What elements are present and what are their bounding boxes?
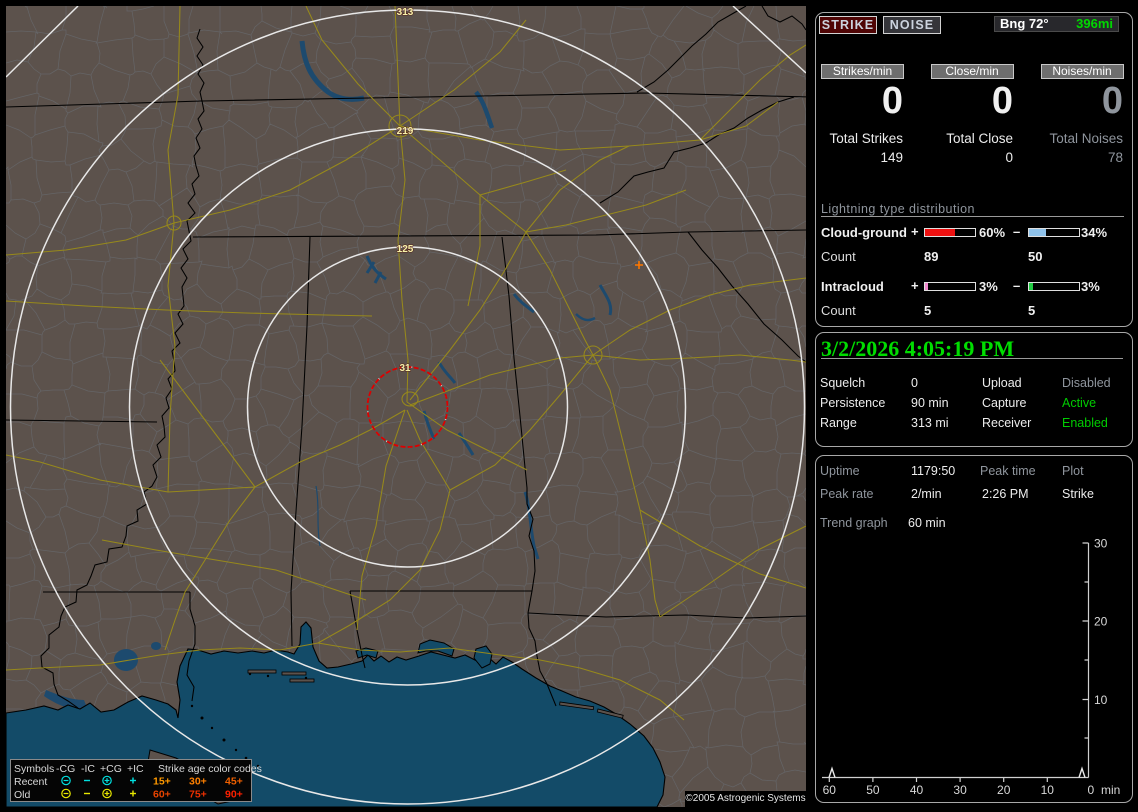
svg-text:313: 313	[397, 7, 414, 18]
svg-text:90+: 90+	[225, 789, 243, 801]
svg-text:0: 0	[1088, 783, 1095, 797]
svg-text:60+: 60+	[153, 789, 171, 801]
svg-text:20: 20	[1094, 615, 1108, 629]
svg-text:60: 60	[823, 783, 837, 797]
svg-text:40: 40	[910, 783, 924, 797]
svg-text:20: 20	[997, 783, 1011, 797]
svg-text:45+: 45+	[225, 776, 243, 788]
svg-text:31: 31	[399, 363, 411, 374]
svg-text:125: 125	[397, 244, 414, 255]
svg-text:min: min	[1101, 783, 1120, 797]
svg-text:15+: 15+	[153, 776, 171, 788]
svg-text:50: 50	[866, 783, 880, 797]
svg-text:219: 219	[397, 126, 414, 137]
svg-text:30+: 30+	[189, 776, 207, 788]
svg-text:30: 30	[953, 783, 967, 797]
svg-text:75+: 75+	[189, 789, 207, 801]
svg-text:10: 10	[1041, 783, 1055, 797]
svg-text:10: 10	[1094, 693, 1108, 707]
svg-text:30: 30	[1094, 537, 1108, 551]
